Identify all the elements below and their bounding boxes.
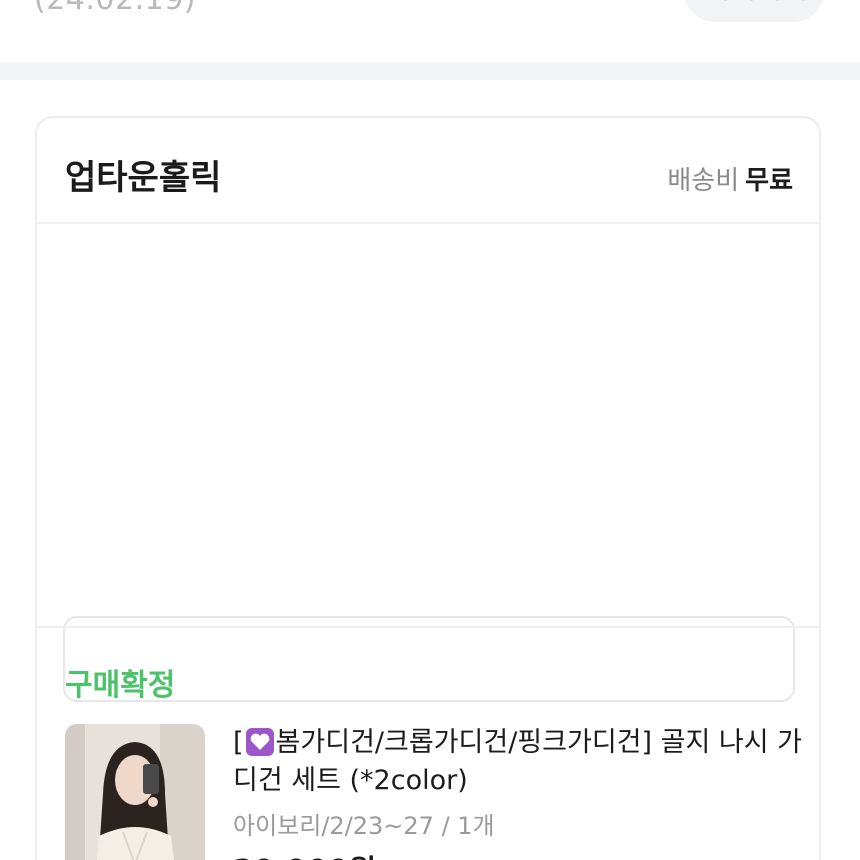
shipping-label: 배송비 (667, 166, 740, 196)
product-title-prefix: [ (233, 727, 244, 758)
order-detail-page: (24.02.19) · · · · 업타운홀릭 배송비무료 구매확정 (0, 0, 860, 860)
purple-heart-icon (245, 728, 274, 756)
shipping-info: 배송비 무료 (667, 160, 793, 197)
product-price: 29,900원 (233, 846, 376, 860)
section-divider-band (0, 62, 860, 80)
item-divider (37, 626, 819, 628)
shipping-value: 무료 (745, 166, 793, 196)
product-thumbnail[interactable] (65, 724, 205, 860)
redacted-area (37, 224, 819, 702)
product-title[interactable]: [봄가디건/크롭가디건/핑크가디건] 골지 나시 가디건 세트 (*2color… (233, 724, 803, 800)
top-action-label: · · · · (722, 0, 813, 13)
product-option: 아이보리/2/23~27 / 1개 (233, 812, 495, 840)
product-photo (65, 724, 205, 860)
order-card: 업타운홀릭 배송비 무료 구매확정 [봄가디건/크롭가디건/핑크가디건] 골지… (35, 116, 821, 860)
product-title-text: 봄가디건/크롭가디건/핑크가디건] 골지 나시 가디건 세트 (*2color) (233, 727, 802, 796)
store-name[interactable]: 업타운홀릭 (65, 150, 221, 199)
store-header: 업타운홀릭 배송비 무료 (37, 118, 819, 224)
order-date: (24.02.19) (34, 0, 196, 17)
order-status: 구매확정 (65, 668, 176, 703)
